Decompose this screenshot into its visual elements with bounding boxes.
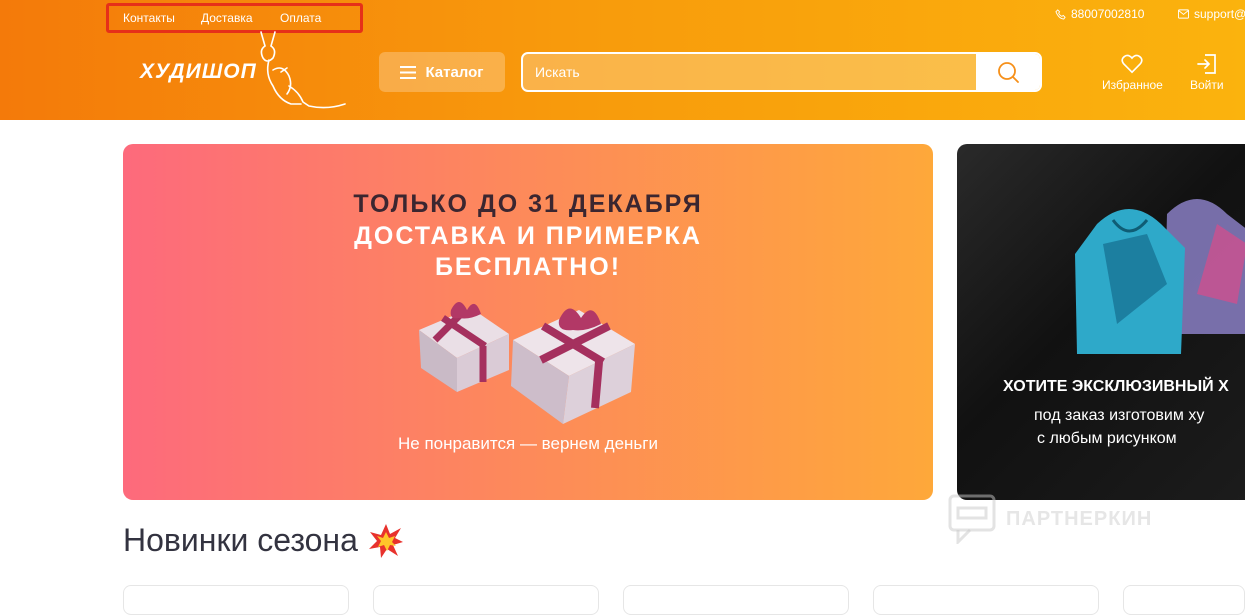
promo-subtitle: Не понравится — вернем деньги	[397, 434, 658, 453]
site-header: Контакты Доставка Оплата 88007002810 sup…	[0, 0, 1245, 120]
top-links-highlight: Контакты Доставка Оплата	[106, 3, 363, 33]
promo-banner[interactable]: ТОЛЬКО ДО 31 ДЕКАБРЯ ДОСТАВКА И ПРИМЕРКА…	[123, 144, 933, 500]
mail-icon	[1178, 9, 1189, 19]
promo-line-3: БЕСПЛАТНО!	[434, 253, 622, 281]
watermark-text: ПАРТНЕРКИН	[1006, 507, 1153, 530]
product-card[interactable]	[623, 585, 849, 615]
search-bar	[521, 52, 1042, 92]
favorites-button[interactable]: Избранное	[1102, 54, 1163, 92]
catalog-button[interactable]: Каталог	[379, 52, 505, 92]
favorites-label: Избранное	[1102, 78, 1163, 92]
phone-number: 88007002810	[1071, 7, 1145, 21]
promo-line-2: ДОСТАВКА И ПРИМЕРКА	[354, 222, 702, 250]
menu-icon	[400, 65, 417, 79]
login-icon	[1196, 54, 1216, 74]
explosion-icon	[368, 523, 403, 558]
product-card[interactable]	[123, 585, 349, 615]
product-card[interactable]	[873, 585, 1099, 615]
custom-print-banner[interactable]: ХОТИТЕ ЭКСКЛЮЗИВНЫЙ Х под заказ изготови…	[957, 144, 1245, 500]
login-label: Войти	[1190, 78, 1224, 92]
hoodies-image	[1075, 199, 1245, 354]
product-card[interactable]	[373, 585, 599, 615]
search-button[interactable]	[976, 54, 1040, 90]
login-button[interactable]: Войти	[1190, 54, 1224, 92]
section-title-text: Новинки сезона	[123, 522, 358, 558]
custom-banner-title: ХОТИТЕ ЭКСКЛЮЗИВНЫЙ Х	[1003, 378, 1229, 395]
catalog-label: Каталог	[425, 63, 484, 81]
payment-link[interactable]: Оплата	[280, 11, 321, 25]
search-input[interactable]	[523, 54, 978, 90]
email-address: support@	[1194, 7, 1245, 21]
logo[interactable]: ХУДИШОП	[140, 60, 257, 84]
contacts-link[interactable]: Контакты	[123, 11, 175, 25]
delivery-link[interactable]: Доставка	[201, 11, 253, 25]
watermark: ПАРТНЕРКИН	[948, 494, 1152, 544]
phone-icon	[1055, 8, 1066, 20]
product-card[interactable]	[1123, 585, 1245, 615]
gift-boxes-image	[419, 302, 635, 424]
chat-bubble-icon	[948, 494, 996, 544]
custom-banner-line-2: под заказ изготовим ху	[1034, 407, 1205, 424]
kangaroo-logo-icon	[260, 31, 346, 109]
promo-line-1: ТОЛЬКО ДО 31 ДЕКАБРЯ	[353, 190, 703, 218]
custom-banner-line-3: с любым рисунком	[1037, 430, 1177, 447]
email-link[interactable]: support@	[1178, 7, 1245, 21]
search-icon	[998, 62, 1019, 83]
phone-link[interactable]: 88007002810	[1055, 7, 1144, 21]
heart-icon	[1121, 54, 1143, 74]
new-season-heading: Новинки сезона	[123, 522, 404, 559]
